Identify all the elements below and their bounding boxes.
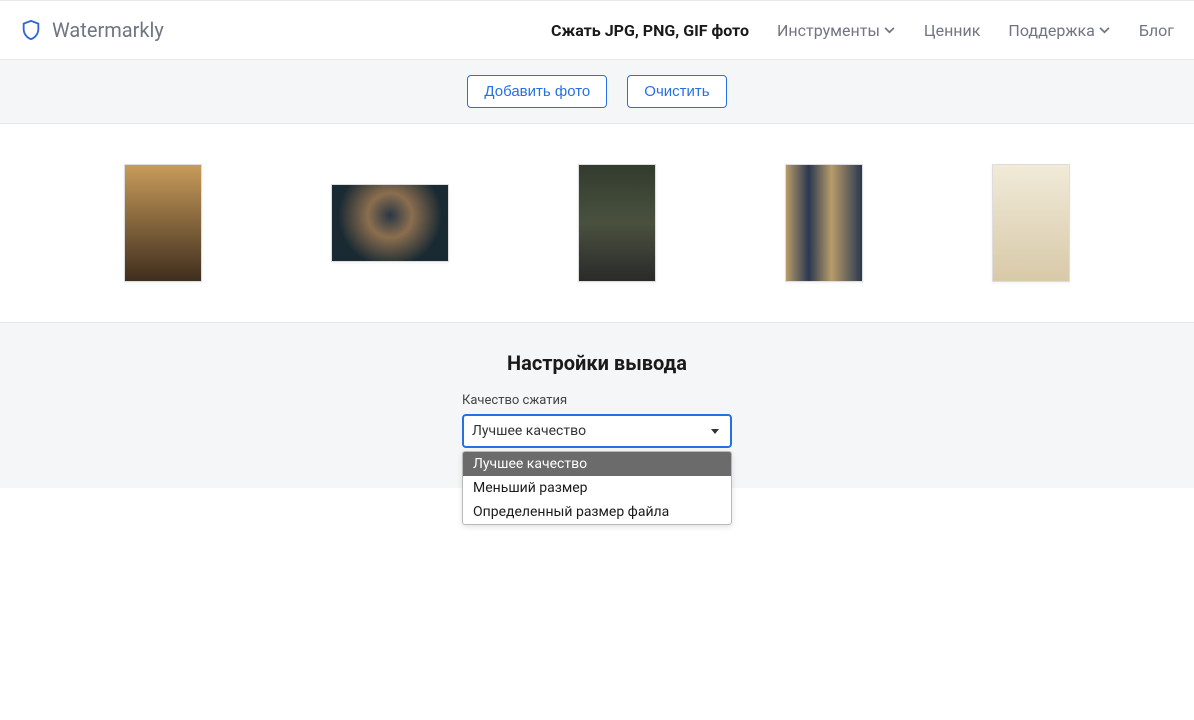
- main-nav: Сжать JPG, PNG, GIF фото Инструменты Цен…: [551, 21, 1174, 40]
- thumbnail-grid: [0, 124, 1194, 322]
- nav-tools[interactable]: Инструменты: [777, 21, 896, 40]
- brand-logo[interactable]: Watermarkly: [20, 18, 164, 42]
- action-toolbar: Добавить фото Очистить: [0, 60, 1194, 124]
- thumbnail-photo-1[interactable]: [124, 164, 202, 282]
- quality-selected-value: Лучшее качество: [472, 423, 586, 439]
- thumbnail-photo-4[interactable]: [785, 164, 863, 282]
- shield-icon: [20, 19, 42, 41]
- thumbnail-photo-2[interactable]: [331, 184, 449, 262]
- quality-option-best[interactable]: Лучшее качество: [463, 452, 731, 476]
- thumbnail-photo-5[interactable]: [992, 164, 1070, 282]
- quality-select[interactable]: Лучшее качество: [462, 414, 732, 448]
- thumbnail-photo-3[interactable]: [578, 164, 656, 282]
- nav-support-label: Поддержка: [1008, 21, 1094, 40]
- add-photo-button[interactable]: Добавить фото: [467, 75, 607, 108]
- quality-label: Качество сжатия: [462, 393, 732, 408]
- output-settings-title: Настройки вывода: [507, 351, 687, 375]
- nav-support[interactable]: Поддержка: [1008, 21, 1110, 40]
- quality-setting-group: Качество сжатия Лучшее качество Лучшее к…: [462, 393, 732, 448]
- quality-option-specific-size[interactable]: Определенный размер файла: [463, 500, 731, 524]
- clear-button[interactable]: Очистить: [627, 75, 726, 108]
- quality-dropdown: Лучшее качество Меньший размер Определен…: [462, 451, 732, 525]
- chevron-down-icon: [1099, 24, 1111, 36]
- chevron-down-icon: [884, 24, 896, 36]
- nav-pricing[interactable]: Ценник: [924, 21, 981, 40]
- nav-blog[interactable]: Блог: [1139, 21, 1174, 40]
- nav-active-tool[interactable]: Сжать JPG, PNG, GIF фото: [551, 21, 749, 40]
- output-settings-panel: Настройки вывода Качество сжатия Лучшее …: [0, 322, 1194, 488]
- dropdown-arrow-icon: [711, 429, 719, 434]
- quality-option-smaller[interactable]: Меньший размер: [463, 476, 731, 500]
- nav-tools-label: Инструменты: [777, 21, 880, 40]
- brand-name: Watermarkly: [52, 18, 164, 42]
- app-header: Watermarkly Сжать JPG, PNG, GIF фото Инс…: [0, 0, 1194, 60]
